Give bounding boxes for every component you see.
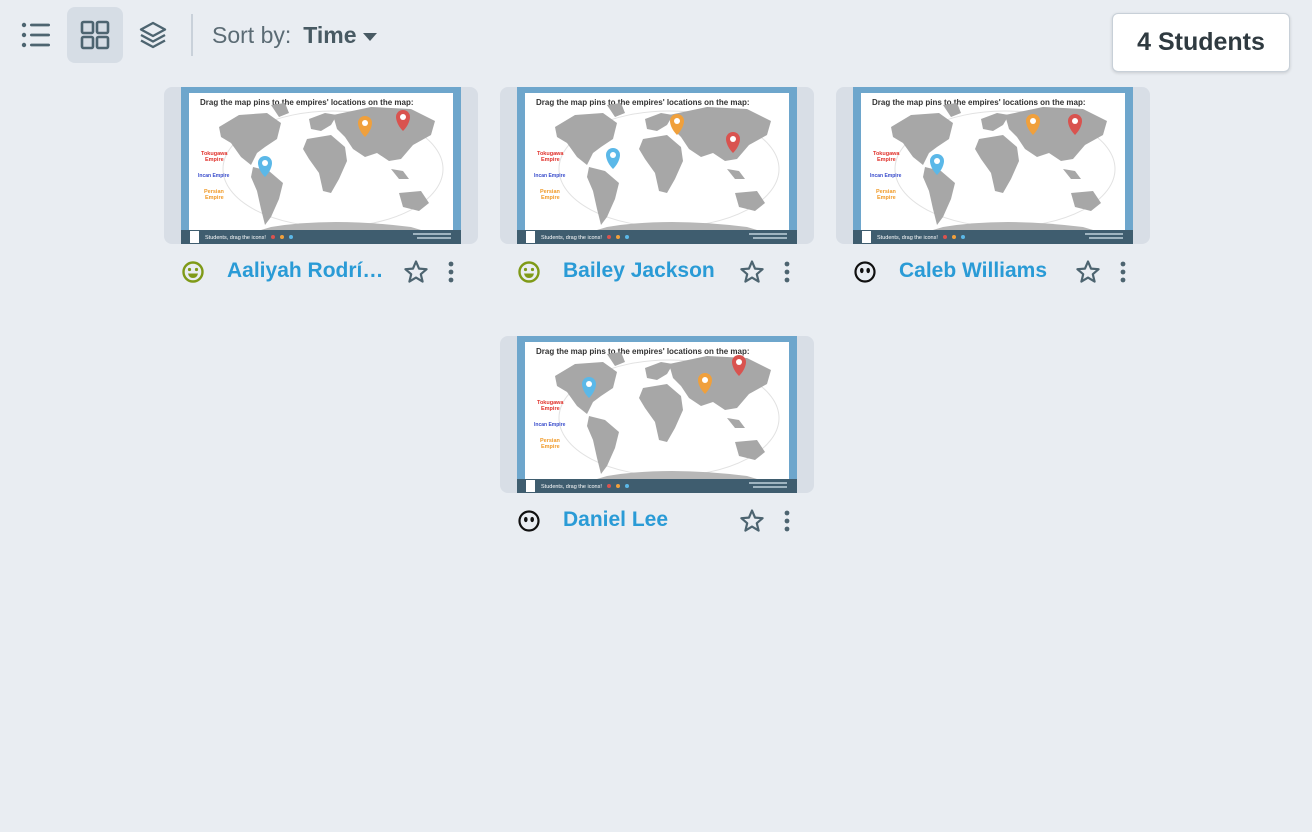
list-view-button[interactable] — [8, 7, 64, 63]
student-name-link[interactable]: Daniel Lee — [563, 508, 723, 532]
toolbar: Sort by: Time 4 Students — [0, 0, 1312, 80]
happy-face-icon — [182, 261, 204, 283]
slide-text: Empire — [877, 157, 896, 163]
slide-text: Empire — [541, 444, 560, 450]
slide-text: Incan Empire — [198, 173, 230, 179]
list-icon — [21, 22, 50, 48]
slide-text: Students, drag the icons! — [541, 235, 602, 241]
student-card: Drag the map pins to the empires' locati… — [836, 87, 1150, 297]
neutral-face-icon — [854, 261, 876, 283]
student-response-thumbnail[interactable]: Drag the map pins to the empires' locati… — [836, 87, 1150, 244]
more-vertical-icon[interactable] — [780, 508, 794, 534]
toolbar-divider — [191, 14, 193, 56]
slide-thumbnail: Drag the map pins to the empires' locati… — [517, 87, 797, 244]
slide-text: Empire — [541, 406, 560, 412]
student-count-button[interactable]: 4 Students — [1112, 13, 1290, 72]
chevron-down-icon[interactable] — [362, 33, 377, 41]
student-name-link[interactable]: Bailey Jackson — [563, 259, 723, 283]
more-vertical-icon[interactable] — [780, 259, 794, 285]
slide-text: Students, drag the icons! — [541, 484, 602, 490]
neutral-face-icon — [518, 510, 540, 532]
layers-view-button[interactable] — [125, 7, 181, 63]
slide-text: Incan Empire — [534, 422, 566, 428]
student-card: Drag the map pins to the empires' locati… — [500, 87, 814, 297]
student-name-link[interactable]: Aaliyah Rodríguez — [227, 259, 387, 283]
star-outline-icon[interactable] — [1075, 259, 1101, 285]
happy-face-icon — [518, 261, 540, 283]
student-name-link[interactable]: Caleb Williams — [899, 259, 1059, 283]
slide-text: Drag the map pins to the empires' locati… — [200, 98, 414, 107]
slide-text: Drag the map pins to the empires' locati… — [536, 347, 750, 356]
layers-icon — [139, 21, 167, 49]
slide-thumbnail: Drag the map pins to the empires' locati… — [517, 336, 797, 493]
slide-text: Empire — [541, 195, 560, 201]
slide-text: Empire — [205, 157, 224, 163]
slide-text: Drag the map pins to the empires' locati… — [536, 98, 750, 107]
student-response-thumbnail[interactable]: Drag the map pins to the empires' locati… — [500, 87, 814, 244]
student-response-thumbnail[interactable]: Drag the map pins to the empires' locati… — [164, 87, 478, 244]
star-outline-icon[interactable] — [739, 259, 765, 285]
slide-text: Students, drag the icons! — [877, 235, 938, 241]
sort-dropdown[interactable]: Time — [303, 22, 356, 49]
slide-thumbnail: Drag the map pins to the empires' locati… — [853, 87, 1133, 244]
slide-text: Drag the map pins to the empires' locati… — [872, 98, 1086, 107]
student-response-thumbnail[interactable]: Drag the map pins to the empires' locati… — [500, 336, 814, 493]
slide-thumbnail: Drag the map pins to the empires' locati… — [181, 87, 461, 244]
star-outline-icon[interactable] — [739, 508, 765, 534]
card-footer: Bailey Jackson — [500, 255, 814, 289]
grid-view-button[interactable] — [67, 7, 123, 63]
star-outline-icon[interactable] — [403, 259, 429, 285]
grid-icon — [80, 20, 110, 50]
sort-label: Sort by: — [212, 21, 292, 48]
student-card: Drag the map pins to the empires' locati… — [500, 336, 814, 546]
sort-control: Sort by: Time — [212, 20, 377, 50]
slide-text: Empire — [205, 195, 224, 201]
more-vertical-icon[interactable] — [444, 259, 458, 285]
student-card: Drag the map pins to the empires' locati… — [164, 87, 478, 297]
slide-text: Incan Empire — [870, 173, 902, 179]
slide-text: Empire — [541, 157, 560, 163]
slide-text: Students, drag the icons! — [205, 235, 266, 241]
card-footer: Caleb Williams — [836, 255, 1150, 289]
card-footer: Daniel Lee — [500, 504, 814, 538]
card-footer: Aaliyah Rodríguez — [164, 255, 478, 289]
slide-text: Incan Empire — [534, 173, 566, 179]
slide-text: Empire — [877, 195, 896, 201]
more-vertical-icon[interactable] — [1116, 259, 1130, 285]
